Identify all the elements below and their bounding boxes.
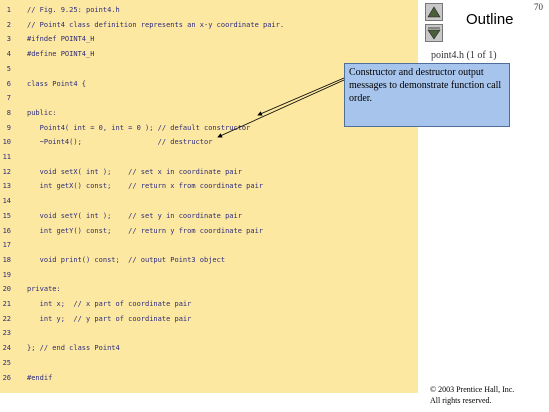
callout-box: Constructor and destructor output messag… (344, 63, 510, 127)
callout-arrows (217, 77, 345, 138)
callout-arrow-constructor (257, 77, 345, 116)
copyright-line-2: All rights reserved. (430, 396, 492, 405)
copyright-line-1: © 2003 Prentice Hall, Inc. (430, 385, 515, 394)
copyright: © 2003 Prentice Hall, Inc. All rights re… (430, 384, 514, 406)
callout-arrow-destructor (217, 79, 345, 138)
